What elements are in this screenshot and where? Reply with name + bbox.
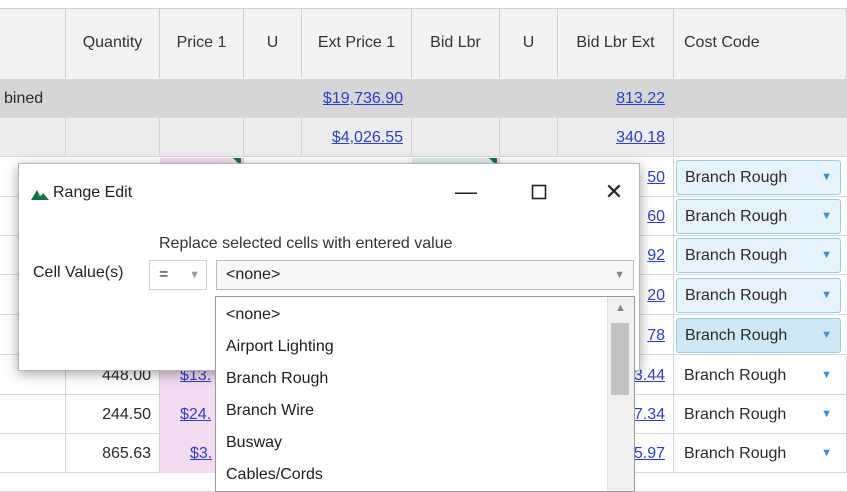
combined-ext-price1-link[interactable]: $19,736.90	[323, 90, 403, 107]
operator-select[interactable]: = ▼	[149, 260, 207, 290]
replace-hint: Replace selected cells with entered valu…	[159, 235, 453, 252]
close-button[interactable]: ✕	[599, 178, 629, 206]
bid-lbr-ext-value[interactable]: 20	[647, 287, 665, 304]
value-dropdown-list[interactable]: <none> Airport Lighting Branch Rough Bra…	[215, 296, 635, 492]
value-select[interactable]: <none> ▼	[216, 260, 634, 290]
header-bid-lbr-ext[interactable]: Bid Lbr Ext	[558, 8, 674, 78]
cost-code-value: Branch Rough	[685, 247, 788, 264]
chevron-down-icon: ▼	[821, 369, 832, 381]
close-icon: ✕	[604, 179, 624, 204]
combined-ext-price1[interactable]: $19,736.90	[302, 79, 412, 118]
header-price1[interactable]: Price 1	[160, 8, 244, 78]
table-row-combined[interactable]: bined $19,736.90 813.22	[0, 79, 847, 118]
subtotal-ext-price1-link[interactable]: $4,026.55	[332, 129, 403, 146]
combined-label: bined	[4, 90, 44, 107]
subtotal-ext-price1[interactable]: $4,026.55	[302, 118, 412, 157]
minimize-button[interactable]: —	[451, 178, 481, 206]
maximize-icon	[531, 184, 547, 200]
cost-code-cell[interactable]: Branch Rough ▼	[674, 434, 847, 473]
quantity-cell[interactable]: 244.50	[66, 395, 160, 434]
cost-code-dropdown[interactable]: Branch Rough ▼	[676, 199, 841, 234]
list-item[interactable]: Busway	[226, 427, 282, 459]
chevron-up-icon[interactable]: ▲	[615, 302, 626, 314]
subtotal-bid-lbr-ext-link[interactable]: 340.18	[616, 129, 665, 146]
header-bid-lbr[interactable]: Bid Lbr	[412, 8, 500, 78]
chevron-down-icon: ▼	[614, 269, 625, 281]
subtotal-u1	[244, 118, 302, 157]
subtotal-blank	[0, 118, 66, 157]
cost-code-dropdown[interactable]: Branch Rough ▼	[676, 318, 841, 353]
header-blank	[0, 8, 66, 78]
list-item[interactable]: Cables/Cords	[226, 459, 323, 491]
cost-code-value: Branch Rough	[685, 208, 788, 225]
chevron-down-icon: ▼	[821, 447, 832, 459]
scrollbar-thumb[interactable]	[611, 323, 629, 395]
cost-code-value: Branch Rough	[684, 406, 787, 423]
chevron-down-icon: ▼	[189, 269, 200, 281]
cost-code-dropdown[interactable]: Branch Rough ▼	[676, 160, 841, 195]
subtotal-quantity	[66, 118, 160, 157]
chevron-down-icon: ▼	[821, 249, 832, 261]
combined-bid-lbr-ext-link[interactable]: 813.22	[616, 90, 665, 107]
bid-lbr-ext-value[interactable]: 78	[647, 327, 665, 344]
subtotal-price1	[160, 118, 244, 157]
cost-code-value: Branch Rough	[685, 169, 788, 186]
subtotal-bid-lbr-ext[interactable]: 340.18	[558, 118, 674, 157]
row-blank	[0, 395, 66, 434]
header-quantity[interactable]: Quantity	[66, 8, 160, 78]
header-ext-price1[interactable]: Ext Price 1	[302, 8, 412, 78]
dialog-title: Range Edit	[53, 184, 133, 201]
bid-lbr-ext-value[interactable]: 92	[647, 247, 665, 264]
chevron-down-icon: ▼	[821, 329, 832, 341]
bid-lbr-ext-value[interactable]: 50	[647, 169, 665, 186]
cell-value-label: Cell Value(s)	[33, 264, 124, 281]
bid-lbr-ext-value[interactable]: 5.97	[634, 445, 665, 462]
chevron-down-icon: ▼	[821, 210, 832, 222]
cost-code-dropdown[interactable]: Branch Rough ▼	[676, 238, 841, 273]
cost-code-value: Branch Rough	[685, 327, 788, 344]
row-blank	[0, 434, 66, 473]
app-logo-icon	[31, 190, 49, 200]
combined-empty	[412, 79, 558, 118]
cost-code-value: Branch Rough	[684, 367, 787, 384]
combined-bid-lbr-ext[interactable]: 813.22	[558, 79, 674, 118]
cost-code-cell[interactable]: Branch Rough ▼	[674, 356, 847, 395]
header-u2[interactable]: U	[500, 8, 558, 78]
operator-value: =	[159, 266, 169, 283]
subtotal-u2	[500, 118, 558, 157]
list-item[interactable]: Branch Wire	[226, 395, 314, 427]
chevron-down-icon: ▼	[821, 289, 832, 301]
chevron-down-icon: ▼	[821, 408, 832, 420]
cost-code-value: Branch Rough	[684, 445, 787, 462]
table-row-subtotal[interactable]: $4,026.55 340.18	[0, 118, 847, 157]
list-item[interactable]: Branch Rough	[226, 363, 328, 395]
subtotal-bid-lbr	[412, 118, 500, 157]
list-scrollbar[interactable]: ▲	[607, 297, 634, 491]
maximize-button[interactable]	[524, 178, 554, 206]
header-cost-code[interactable]: Cost Code	[674, 8, 847, 78]
header-u1[interactable]: U	[244, 8, 302, 78]
chevron-down-icon: ▼	[821, 171, 832, 183]
bid-lbr-ext-value[interactable]: 60	[647, 208, 665, 225]
cost-code-dropdown[interactable]: Branch Rough ▼	[676, 278, 841, 313]
cost-code-cell[interactable]: Branch Rough ▼	[674, 395, 847, 434]
bid-lbr-ext-value[interactable]: 7.34	[634, 406, 665, 423]
cost-code-value: Branch Rough	[685, 287, 788, 304]
minimize-icon: —	[455, 179, 477, 204]
list-item[interactable]: <none>	[226, 299, 280, 331]
value-select-text: <none>	[226, 266, 281, 283]
list-item[interactable]: Airport Lighting	[226, 331, 334, 363]
quantity-cell[interactable]: 865.63	[66, 434, 160, 473]
